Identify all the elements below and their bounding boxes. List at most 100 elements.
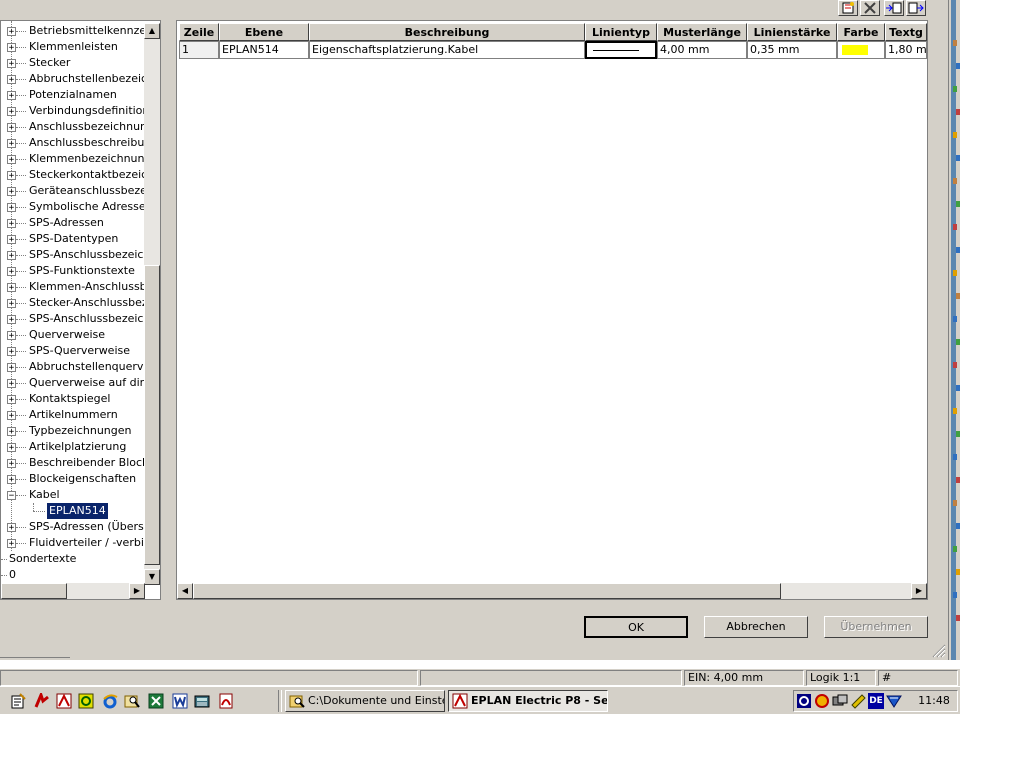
tree-item[interactable]: + Querverweise [1, 327, 145, 343]
import-button[interactable] [884, 0, 904, 16]
tree-item[interactable]: + Beschreibender Block [1, 455, 145, 471]
tree-item[interactable]: + Stecker [1, 55, 145, 71]
eplan-quicklaunch-icon[interactable] [34, 690, 50, 709]
tree-item[interactable]: + Fluidverteiler / -verbinde [1, 535, 145, 551]
cell-linienstaerke[interactable]: 0,35 mm [747, 41, 837, 59]
column-header-beschreibung[interactable]: Beschreibung [309, 23, 585, 41]
tree-item[interactable]: + Stecker-Anschlussbezeic [1, 295, 145, 311]
internet-explorer-icon[interactable] [102, 693, 118, 709]
tree-item[interactable]: + Klemmenleisten [1, 39, 145, 55]
tree-item[interactable]: + Artikelplatzierung [1, 439, 145, 455]
cell-zeile[interactable]: 1 [179, 41, 219, 59]
expand-icon[interactable]: + [7, 155, 16, 165]
excel-icon[interactable] [148, 693, 164, 709]
eplan-viewer-icon[interactable] [56, 693, 72, 709]
column-header-farbe[interactable]: Farbe [837, 23, 885, 41]
cancel-button[interactable]: Abbrechen [704, 616, 808, 638]
task-eplan-window[interactable]: EPLAN Electric P8 - Sel... [448, 690, 608, 712]
tree-item[interactable]: + SPS-Funktionstexte [1, 263, 145, 279]
cell-musterlaenge[interactable]: 4,00 mm [657, 41, 747, 59]
tree-item[interactable]: Sondertexte [1, 551, 145, 567]
tree-item[interactable]: EPLAN514 [1, 503, 145, 519]
expand-icon[interactable]: + [7, 171, 16, 181]
tree-item[interactable]: + Verbindungsdefinitionspu [1, 103, 145, 119]
tree-item[interactable]: + Symbolische Adressen [1, 199, 145, 215]
expand-icon[interactable]: + [7, 91, 16, 101]
tree-item[interactable]: + SPS-Anschlussbezeichnu [1, 247, 145, 263]
expand-icon[interactable]: + [7, 331, 16, 341]
expand-icon[interactable]: + [7, 267, 16, 277]
collapse-icon[interactable]: − [7, 491, 16, 501]
expand-icon[interactable]: + [7, 59, 16, 69]
expand-icon[interactable]: + [7, 315, 16, 325]
tree-item[interactable]: + Anschlussbezeichnunger [1, 119, 145, 135]
expand-icon[interactable]: + [7, 427, 16, 437]
cell-ebene[interactable]: EPLAN514 [219, 41, 309, 59]
tree-item[interactable]: + Abbruchstellenbezeichnu [1, 71, 145, 87]
expand-icon[interactable]: + [7, 235, 16, 245]
tree-hscroll-thumb[interactable] [1, 583, 67, 599]
tree-item[interactable]: + Blockeigenschaften [1, 471, 145, 487]
layer-tree[interactable]: + Betriebsmittelkennzeiche + Klemmenleisten… [0, 20, 161, 600]
expand-icon[interactable]: + [7, 107, 16, 117]
media-player-icon[interactable] [78, 693, 94, 709]
word-icon[interactable] [172, 693, 188, 709]
new-row-button[interactable] [838, 0, 858, 16]
antivirus-icon[interactable] [814, 693, 830, 709]
tree-item[interactable]: + Kontaktspiegel [1, 391, 145, 407]
grid-scroll-left-button[interactable]: ◀ [177, 583, 193, 599]
expand-icon[interactable]: + [7, 299, 16, 309]
resize-grip-icon[interactable] [932, 644, 946, 658]
expand-icon[interactable]: + [7, 395, 16, 405]
cell-beschreibung[interactable]: Eigenschaftsplatzierung.Kabel [309, 41, 585, 59]
tree-item[interactable]: 0 [1, 567, 145, 583]
tree-scroll-thumb[interactable] [144, 265, 160, 565]
column-header-linienstaerke[interactable]: Linienstärke [747, 23, 837, 41]
scroll-down-button[interactable]: ▼ [144, 569, 160, 585]
column-header-zeile[interactable]: Zeile [179, 23, 219, 41]
export-button[interactable] [906, 0, 926, 16]
tree-item[interactable]: + Anschlussbeschreibunge [1, 135, 145, 151]
tree-item[interactable]: + Betriebsmittelkennzeiche [1, 23, 145, 39]
tree-item[interactable]: + Artikelnummern [1, 407, 145, 423]
cell-linientyp[interactable] [585, 41, 657, 59]
tree-item[interactable]: + SPS-Querverweise [1, 343, 145, 359]
calculator-icon[interactable] [194, 693, 210, 709]
ok-button[interactable]: OK [584, 616, 688, 638]
tree-item[interactable]: − Kabel [1, 487, 145, 503]
expand-icon[interactable]: + [7, 363, 16, 373]
tree-item[interactable]: + Geräteanschlussbezeich [1, 183, 145, 199]
search-icon[interactable] [124, 693, 140, 709]
expand-icon[interactable]: + [7, 459, 16, 469]
grid-horizontal-scrollbar[interactable]: ◀ ▶ [177, 583, 927, 599]
usb-device-icon[interactable] [850, 693, 866, 709]
cell-textg[interactable]: 1,80 mm [885, 41, 927, 59]
intel-graphics-icon[interactable] [886, 693, 902, 709]
task-explorer-window[interactable]: C:\Dokumente und Einstel... [285, 690, 445, 712]
expand-icon[interactable]: + [7, 379, 16, 389]
expand-icon[interactable]: + [7, 523, 16, 533]
pdf-icon[interactable] [218, 693, 234, 709]
notepad-icon[interactable] [10, 693, 26, 709]
column-header-linientyp[interactable]: Linientyp [585, 23, 657, 41]
network-icon[interactable] [796, 693, 812, 709]
grid-hscroll-thumb[interactable] [193, 583, 781, 599]
tree-item[interactable]: + Klemmen-Anschlussbeze [1, 279, 145, 295]
expand-icon[interactable]: + [7, 27, 16, 37]
expand-icon[interactable]: + [7, 123, 16, 133]
tree-item[interactable]: + SPS-Datentypen [1, 231, 145, 247]
tree-item[interactable]: + Querverweise auf direkt [1, 375, 145, 391]
expand-icon[interactable]: + [7, 219, 16, 229]
expand-icon[interactable]: + [7, 203, 16, 213]
delete-row-button[interactable] [860, 0, 880, 16]
tree-item[interactable]: + SPS-Adressen [1, 215, 145, 231]
grid-scroll-right-button[interactable]: ▶ [911, 583, 927, 599]
expand-icon[interactable]: + [7, 347, 16, 357]
expand-icon[interactable]: + [7, 251, 16, 261]
scroll-right-button[interactable]: ▶ [129, 583, 145, 599]
cell-farbe[interactable] [837, 41, 885, 59]
expand-icon[interactable]: + [7, 539, 16, 549]
expand-icon[interactable]: + [7, 187, 16, 197]
expand-icon[interactable]: + [7, 43, 16, 53]
expand-icon[interactable]: + [7, 283, 16, 293]
